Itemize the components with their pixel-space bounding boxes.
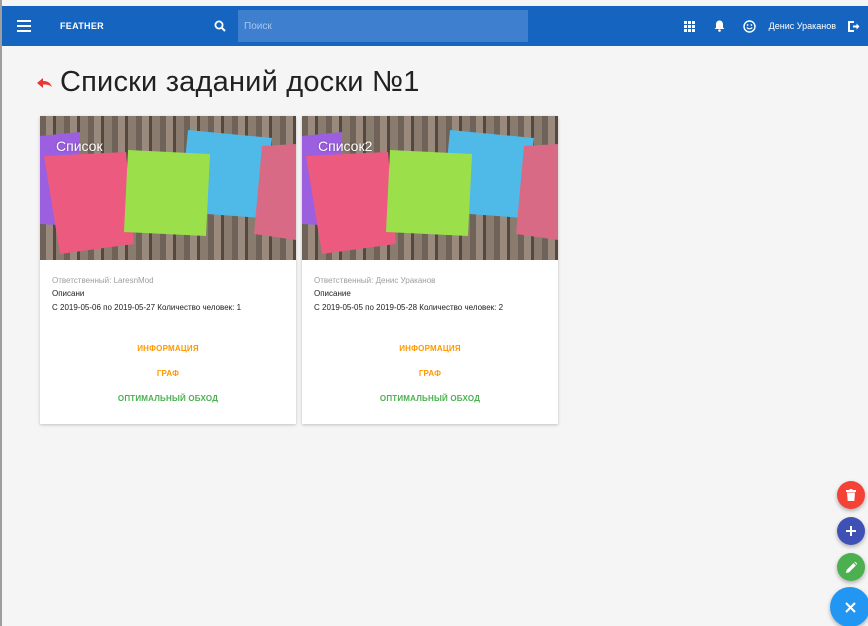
apps-grid-icon xyxy=(684,20,696,32)
menu-button[interactable] xyxy=(6,6,42,46)
task-list-card: Список Ответственный: LaresnMod Описани … xyxy=(40,116,296,424)
card-dates: С 2019-05-06 по 2019-05-27 Количество че… xyxy=(52,303,242,312)
delete-fab[interactable] xyxy=(837,481,865,509)
back-button[interactable] xyxy=(34,72,56,94)
card-image: Список2 xyxy=(302,116,558,260)
plus-icon xyxy=(846,526,856,536)
logout-button[interactable] xyxy=(842,6,864,46)
card-description: Описани xyxy=(52,289,85,298)
close-icon xyxy=(844,601,856,613)
smiley-face-icon xyxy=(743,19,756,33)
card-image: Список xyxy=(40,116,296,260)
card-actions: Информация Граф Оптимальный обход xyxy=(40,344,296,419)
info-button[interactable]: Информация xyxy=(302,344,558,353)
app-brand[interactable]: FEATHER xyxy=(60,21,206,31)
search-input[interactable] xyxy=(238,10,528,42)
info-button[interactable]: Информация xyxy=(40,344,296,353)
logout-icon xyxy=(847,20,859,32)
add-fab[interactable] xyxy=(837,517,865,545)
card-title: Список2 xyxy=(318,138,373,154)
toolbar-actions: Денис Ураканов xyxy=(675,6,864,46)
back-arrow-icon xyxy=(37,77,52,88)
card-title: Список xyxy=(56,138,103,154)
user-name[interactable]: Денис Ураканов xyxy=(769,21,836,31)
card-dates: С 2019-05-05 по 2019-05-28 Количество че… xyxy=(314,303,504,312)
profile-button[interactable] xyxy=(735,6,765,46)
task-list-card: Список2 Ответственный: Денис Ураканов Оп… xyxy=(302,116,558,424)
edit-fab[interactable] xyxy=(837,553,865,581)
optimal-route-button[interactable]: Оптимальный обход xyxy=(302,394,558,403)
search-icon xyxy=(214,20,226,32)
page-header: Списки заданий доски №1 xyxy=(34,66,420,99)
pencil-icon xyxy=(845,561,857,573)
optimal-route-button[interactable]: Оптимальный обход xyxy=(40,394,296,403)
notifications-button[interactable] xyxy=(705,6,735,46)
search-button[interactable] xyxy=(210,6,230,46)
page-title: Списки заданий доски №1 xyxy=(60,66,420,98)
graph-button[interactable]: Граф xyxy=(40,369,296,378)
menu-icon xyxy=(17,20,31,32)
card-actions: Информация Граф Оптимальный обход xyxy=(302,344,558,419)
trash-icon xyxy=(846,489,856,501)
graph-button[interactable]: Граф xyxy=(302,369,558,378)
card-responsible: Ответственный: Денис Ураканов xyxy=(314,276,436,285)
card-description: Описание xyxy=(314,289,351,298)
close-fab[interactable] xyxy=(830,587,868,626)
card-responsible: Ответственный: LaresnMod xyxy=(52,276,154,285)
apps-button[interactable] xyxy=(675,6,705,46)
bell-icon xyxy=(714,20,725,32)
app-toolbar: FEATHER Денис Ур xyxy=(2,0,868,46)
